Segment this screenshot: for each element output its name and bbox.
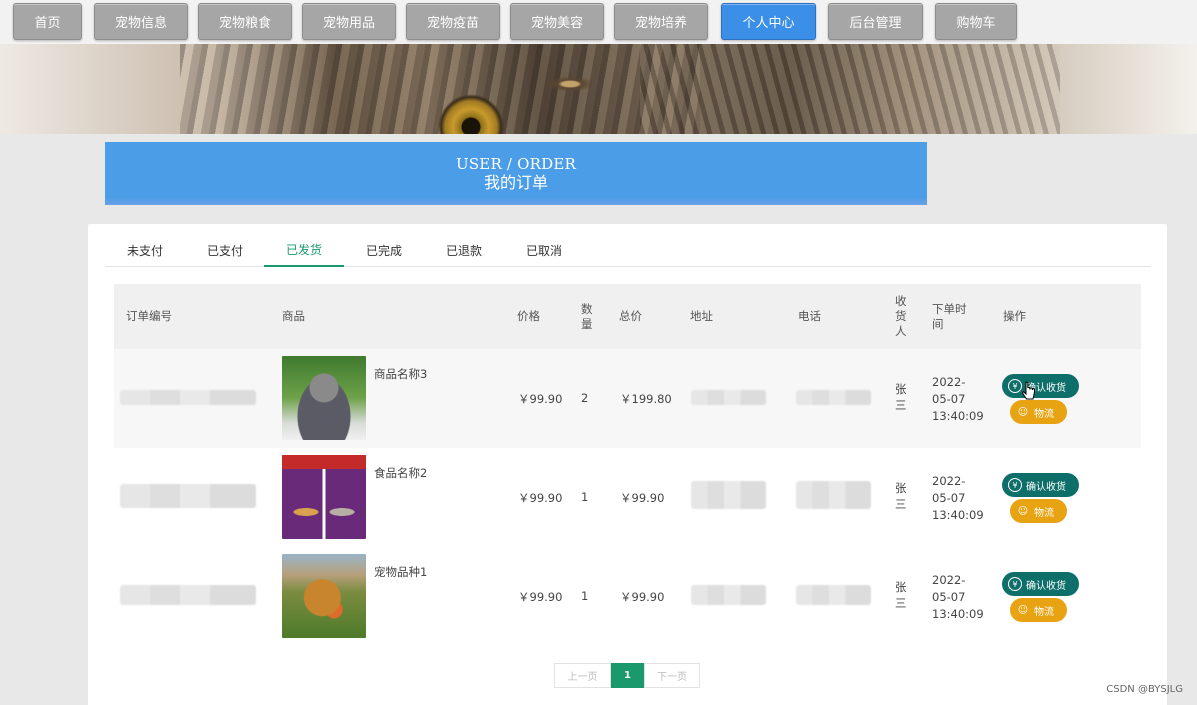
tab-paid[interactable]: 已支付 [185,234,265,267]
product-image[interactable] [282,356,366,440]
nav-pet-vaccine[interactable]: 宠物疫苗 [406,3,500,40]
th-qty: 数 量 [581,301,593,331]
logistics-label: 物流 [1034,606,1054,618]
orders-card: 未支付 已支付 已发货 已完成 已退款 已取消 订单编号 商品 价格 数 量 总… [88,224,1167,705]
nav-admin[interactable]: 后台管理 [828,3,923,40]
user-icon: ☺ [1017,505,1029,517]
tab-shipped[interactable]: 已发货 [264,234,344,267]
nav-pet-supplies[interactable]: 宠物用品 [302,3,396,40]
order-time: 2022- 05-07 13:40:09 [932,573,984,621]
pagination: 上一页 1 下一页 [554,663,700,688]
phone-redacted [796,390,871,405]
th-total: 总价 [619,309,642,323]
table-row: 商品名称3 ￥99.90 2 ￥199.80 张 三 2022- 05-07 1… [114,349,1141,448]
phone-redacted [796,585,871,605]
confirm-receipt-button[interactable]: ¥ 确认收货 [1002,572,1079,596]
tab-unpaid[interactable]: 未支付 [105,234,185,267]
page-title-en: USER / ORDER [455,154,576,173]
tab-completed[interactable]: 已完成 [344,234,424,267]
th-order-no: 订单编号 [126,309,172,323]
phone-redacted [796,481,871,509]
user-icon: ☺ [1017,406,1029,418]
nav-pet-grooming[interactable]: 宠物美容 [510,3,604,40]
table-row: 食品名称2 ￥99.90 1 ￥99.90 张 三 2022- 05-07 13… [114,448,1141,547]
logistics-button[interactable]: ☺ 物流 [1010,598,1067,622]
product-name[interactable]: 食品名称2 [374,465,427,481]
address-redacted [691,390,766,405]
page-1-button[interactable]: 1 [611,663,644,688]
confirm-receipt-label: 确认收货 [1026,481,1066,493]
nav-pet-training[interactable]: 宠物培养 [614,3,708,40]
price: ￥99.90 [518,590,563,604]
th-order-time: 下单时 间 [932,301,967,331]
logistics-label: 物流 [1034,408,1054,420]
total: ￥199.80 [620,392,672,406]
quantity: 1 [581,490,589,504]
page-title-cn: 我的订单 [483,172,548,192]
tab-cancelled[interactable]: 已取消 [504,234,584,267]
top-nav: 首页 宠物信息 宠物粮食 宠物用品 宠物疫苗 宠物美容 宠物培养 个人中心 后台… [0,0,1197,44]
nav-user-center[interactable]: 个人中心 [721,3,816,40]
product-image[interactable] [282,455,366,539]
watermark: CSDN @BYSJLG [1106,684,1183,695]
table-row: 宠物品种1 ￥99.90 1 ￥99.90 张 三 2022- 05-07 13… [114,547,1141,646]
page-title: USER / ORDER 我的订单 [105,142,927,205]
total: ￥99.90 [620,491,665,505]
nav-pet-info[interactable]: 宠物信息 [94,3,188,40]
order-no-redacted [120,585,256,605]
logistics-button[interactable]: ☺ 物流 [1010,499,1067,523]
total: ￥99.90 [620,590,665,604]
order-no-redacted [120,390,256,405]
next-page-button[interactable]: 下一页 [644,663,700,688]
order-status-tabs: 未支付 已支付 已发货 已完成 已退款 已取消 [105,234,1151,267]
receiver: 张 三 [895,382,907,412]
yen-icon: ¥ [1008,379,1022,393]
receiver: 张 三 [895,481,907,511]
quantity: 2 [581,391,589,405]
product-name[interactable]: 宠物品种1 [374,564,427,580]
logistics-button[interactable]: ☺ 物流 [1010,400,1067,424]
order-time: 2022- 05-07 13:40:09 [932,474,984,522]
th-receiver: 收 货 人 [895,294,907,338]
price: ￥99.90 [518,491,563,505]
table-header: 订单编号 商品 价格 数 量 总价 地址 电话 收 货 人 下单时 间 操作 [114,284,1141,349]
prev-page-button[interactable]: 上一页 [554,663,611,688]
product-name[interactable]: 商品名称3 [374,366,427,382]
nav-pet-food[interactable]: 宠物粮食 [198,3,292,40]
order-no-redacted [120,484,256,508]
cat-banner-image [0,44,1197,134]
th-phone: 电话 [798,309,821,323]
price: ￥99.90 [518,392,563,406]
confirm-receipt-button[interactable]: ¥ 确认收货 [1002,374,1079,398]
nav-home[interactable]: 首页 [13,3,82,40]
mouse-pointer-icon [1022,381,1035,400]
quantity: 1 [581,589,589,603]
th-actions: 操作 [1003,309,1026,323]
th-address: 地址 [690,309,713,323]
th-price: 价格 [517,309,540,323]
logistics-label: 物流 [1034,507,1054,519]
confirm-receipt-label: 确认收货 [1026,580,1066,592]
tab-refunded[interactable]: 已退款 [424,234,504,267]
confirm-receipt-button[interactable]: ¥ 确认收货 [1002,473,1079,497]
nav-cart[interactable]: 购物车 [935,3,1017,40]
yen-icon: ¥ [1008,577,1022,591]
receiver: 张 三 [895,580,907,610]
order-time: 2022- 05-07 13:40:09 [932,375,984,423]
yen-icon: ¥ [1008,478,1022,492]
product-image[interactable] [282,554,366,638]
address-redacted [691,481,766,509]
th-product: 商品 [282,309,305,323]
address-redacted [691,585,766,605]
user-icon: ☺ [1017,604,1029,616]
